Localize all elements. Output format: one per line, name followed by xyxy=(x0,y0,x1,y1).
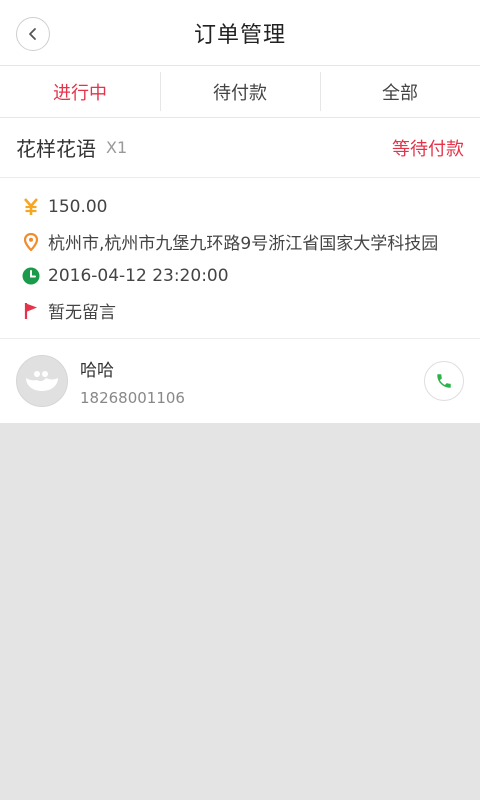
datetime-row: 2016-04-12 23:20:00 xyxy=(22,259,464,294)
order-status: 等待付款 xyxy=(392,138,464,160)
avatar xyxy=(16,355,68,407)
contact-info: 哈哈 18268001106 xyxy=(80,356,185,407)
order-message: 暂无留言 xyxy=(48,303,116,324)
order-price: 150.00 xyxy=(48,197,108,218)
tab-bar: 进行中 待付款 全部 xyxy=(0,66,480,118)
order-details: 150.00 杭州市,杭州市九堡九环路9号浙江省国家大学科技园 2016-04-… xyxy=(0,178,480,339)
back-button[interactable] xyxy=(16,17,50,51)
price-row: 150.00 xyxy=(22,190,464,225)
back-arrow-icon xyxy=(29,28,36,40)
tab-in-progress[interactable]: 进行中 xyxy=(0,66,160,117)
phone-icon xyxy=(437,374,451,388)
order-datetime: 2016-04-12 23:20:00 xyxy=(48,266,229,287)
address-row: 杭州市,杭州市九堡九环路9号浙江省国家大学科技园 xyxy=(22,225,464,260)
order-address: 杭州市,杭州市九堡九环路9号浙江省国家大学科技园 xyxy=(48,234,439,255)
contact-name: 哈哈 xyxy=(80,360,114,381)
avatar-placeholder-icon xyxy=(26,371,58,391)
product-quantity: X1 xyxy=(106,138,128,157)
order-header: 花样花语 X1 等待付款 xyxy=(0,118,480,178)
location-pin-icon xyxy=(22,232,40,251)
product-name: 花样花语 xyxy=(16,137,96,161)
app-header: 订单管理 xyxy=(0,0,480,66)
contact-phone: 18268001106 xyxy=(80,388,185,407)
order-card[interactable]: 花样花语 X1 等待付款 150.00 杭州市,杭州市九堡九环路9号浙江省国家大… xyxy=(0,118,480,423)
clock-icon xyxy=(22,267,40,285)
call-button[interactable] xyxy=(424,361,464,401)
contact-row: 哈哈 18268001106 xyxy=(0,339,480,423)
yen-icon xyxy=(22,198,40,216)
tab-pending-payment[interactable]: 待付款 xyxy=(160,66,320,117)
flag-icon xyxy=(22,302,40,320)
page-title: 订单管理 xyxy=(193,22,286,48)
message-row: 暂无留言 xyxy=(22,294,464,329)
tab-all[interactable]: 全部 xyxy=(320,66,480,117)
